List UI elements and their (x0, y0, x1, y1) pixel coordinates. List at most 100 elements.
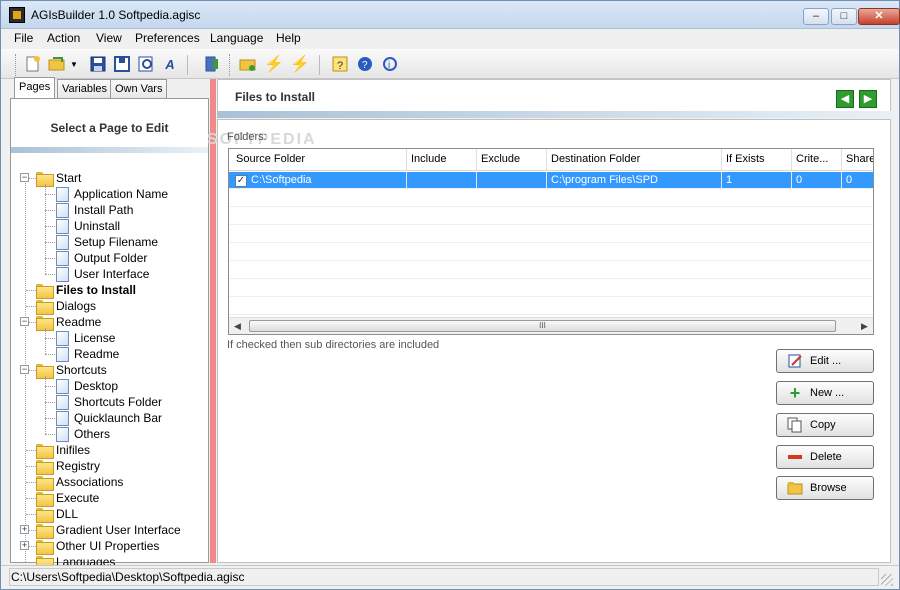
empty-row (229, 298, 873, 315)
tree-item-quicklaunch-bar[interactable]: Quicklaunch Bar (56, 410, 162, 426)
maximize-button[interactable]: □ (831, 8, 857, 25)
app-window: AGIsBuilder 1.0 Softpedia.agisc – □ ✕ Fi… (0, 0, 900, 590)
column-divider[interactable] (406, 149, 407, 171)
empty-row (229, 280, 873, 297)
build-button[interactable] (201, 53, 223, 75)
tree-group-execute[interactable]: Execute (36, 490, 99, 507)
tab-variables[interactable]: Variables (57, 79, 113, 99)
tab-own-vars[interactable]: Own Vars (110, 79, 168, 99)
tree-connector (45, 242, 55, 243)
tree-group-dll[interactable]: DLL (36, 506, 78, 523)
chevron-right-icon: ▶ (861, 321, 868, 331)
tree-connector (45, 354, 55, 355)
new-button[interactable] (22, 53, 44, 75)
scroll-thumb[interactable]: III (249, 320, 836, 332)
column-divider[interactable] (476, 149, 477, 171)
tree-item-shortcuts-folder[interactable]: Shortcuts Folder (56, 394, 162, 410)
minimize-button[interactable]: – (803, 8, 829, 25)
prev-page-button[interactable]: ◀ (836, 90, 854, 108)
expand-toggle-icon[interactable]: + (20, 525, 29, 534)
tree-group-other-ui-properties[interactable]: Other UI Properties (36, 538, 159, 555)
tree-label: Associations (56, 475, 124, 489)
folder-icon (36, 491, 54, 507)
column-divider[interactable] (546, 149, 547, 171)
tree-group-gradient-user-interface[interactable]: Gradient User Interface (36, 522, 181, 539)
page-icon (56, 346, 69, 362)
save-button[interactable] (87, 53, 109, 75)
info-button[interactable]: i (379, 53, 401, 75)
tree-item-application-name[interactable]: Application Name (56, 186, 168, 202)
column-if-exists[interactable]: If Exists (726, 153, 786, 165)
horizontal-scrollbar[interactable]: ◀ III ▶ (229, 317, 873, 334)
menu-language[interactable]: Language (210, 31, 263, 45)
tree-group-inifiles[interactable]: Inifiles (36, 442, 90, 459)
column-divider[interactable] (721, 149, 722, 171)
panel-splitter[interactable] (210, 79, 216, 563)
menu-help[interactable]: Help (276, 31, 301, 45)
tree-item-uninstall[interactable]: Uninstall (56, 218, 120, 234)
column-divider[interactable] (841, 149, 842, 171)
tree-group-files-to-install[interactable]: Files to Install (36, 282, 136, 299)
column-destination-folder[interactable]: Destination Folder (551, 153, 721, 165)
toolbar: ▼ A ⚡ ⚡ ? ? i (1, 49, 899, 79)
tree-group-shortcuts[interactable]: Shortcuts (36, 362, 107, 379)
browse-button[interactable]: Browse (776, 476, 874, 500)
column-source-folder[interactable]: Source Folder (236, 153, 401, 165)
menu-action[interactable]: Action (47, 31, 80, 45)
tree-group-associations[interactable]: Associations (36, 474, 124, 491)
tree-item-readme[interactable]: Readme (56, 346, 119, 362)
tree-item-user-interface[interactable]: User Interface (56, 266, 149, 282)
tree-item-output-folder[interactable]: Output Folder (56, 250, 147, 266)
tree-item-others[interactable]: Others (56, 426, 110, 442)
next-page-button[interactable]: ▶ (859, 90, 877, 108)
folders-grid[interactable]: Source Folder Include Exclude Destinatio… (228, 148, 874, 335)
column-share[interactable]: Share (846, 153, 873, 165)
tree-group-dialogs[interactable]: Dialogs (36, 298, 96, 315)
toolbar-grip-2[interactable] (229, 54, 232, 76)
tree-group-registry[interactable]: Registry (36, 458, 100, 475)
collapse-toggle-icon[interactable]: − (20, 365, 29, 374)
toolbar-grip[interactable] (15, 54, 18, 76)
include-subdirs-checkbox[interactable]: ✓ (235, 175, 247, 187)
table-row[interactable]: ✓ C:\Softpedia C:\program Files\SPD 1 0 … (229, 172, 873, 189)
resize-grip[interactable] (881, 574, 893, 586)
expand-toggle-icon[interactable]: + (20, 541, 29, 550)
close-button[interactable]: ✕ (858, 8, 900, 25)
save-as-button[interactable] (111, 53, 133, 75)
menu-preferences[interactable]: Preferences (135, 31, 200, 45)
tree-connector (26, 562, 36, 563)
open-button[interactable] (46, 53, 68, 75)
column-criteria[interactable]: Crite... (796, 153, 836, 165)
tree-item-install-path[interactable]: Install Path (56, 202, 133, 218)
collapse-toggle-icon[interactable]: − (20, 317, 29, 326)
preview-button[interactable] (135, 53, 157, 75)
folder-button[interactable] (237, 53, 259, 75)
column-include[interactable]: Include (411, 153, 471, 165)
menu-file[interactable]: File (14, 31, 33, 45)
cell-criteria: 0 (796, 174, 803, 186)
scroll-left-button[interactable]: ◀ (229, 318, 246, 334)
edit-icon (787, 353, 803, 369)
tree-group-start[interactable]: Start (36, 170, 81, 187)
column-exclude[interactable]: Exclude (481, 153, 541, 165)
tree-item-license[interactable]: License (56, 330, 115, 346)
font-button[interactable]: A (159, 53, 181, 75)
menu-view[interactable]: View (96, 31, 122, 45)
page-icon (56, 330, 69, 346)
new-folder-button[interactable]: + New ... (776, 381, 874, 405)
column-divider[interactable] (791, 149, 792, 171)
tree-item-setup-filename[interactable]: Setup Filename (56, 234, 158, 250)
tab-pages[interactable]: Pages (14, 77, 56, 99)
collapse-toggle-icon[interactable]: − (20, 173, 29, 182)
about-button[interactable]: ? (354, 53, 376, 75)
copy-button[interactable]: Copy (776, 413, 874, 437)
tree-item-desktop[interactable]: Desktop (56, 378, 118, 394)
left-panel-title: Select a Page to Edit (50, 121, 169, 135)
delete-button[interactable]: Delete (776, 445, 874, 469)
edit-button[interactable]: Edit ... (776, 349, 874, 373)
help-button[interactable]: ? (329, 53, 351, 75)
run-button[interactable]: ⚡ (289, 53, 311, 75)
scroll-right-button[interactable]: ▶ (856, 318, 873, 334)
open-dropdown-button[interactable]: ▼ (67, 53, 81, 75)
compile-button[interactable]: ⚡ (263, 53, 285, 75)
